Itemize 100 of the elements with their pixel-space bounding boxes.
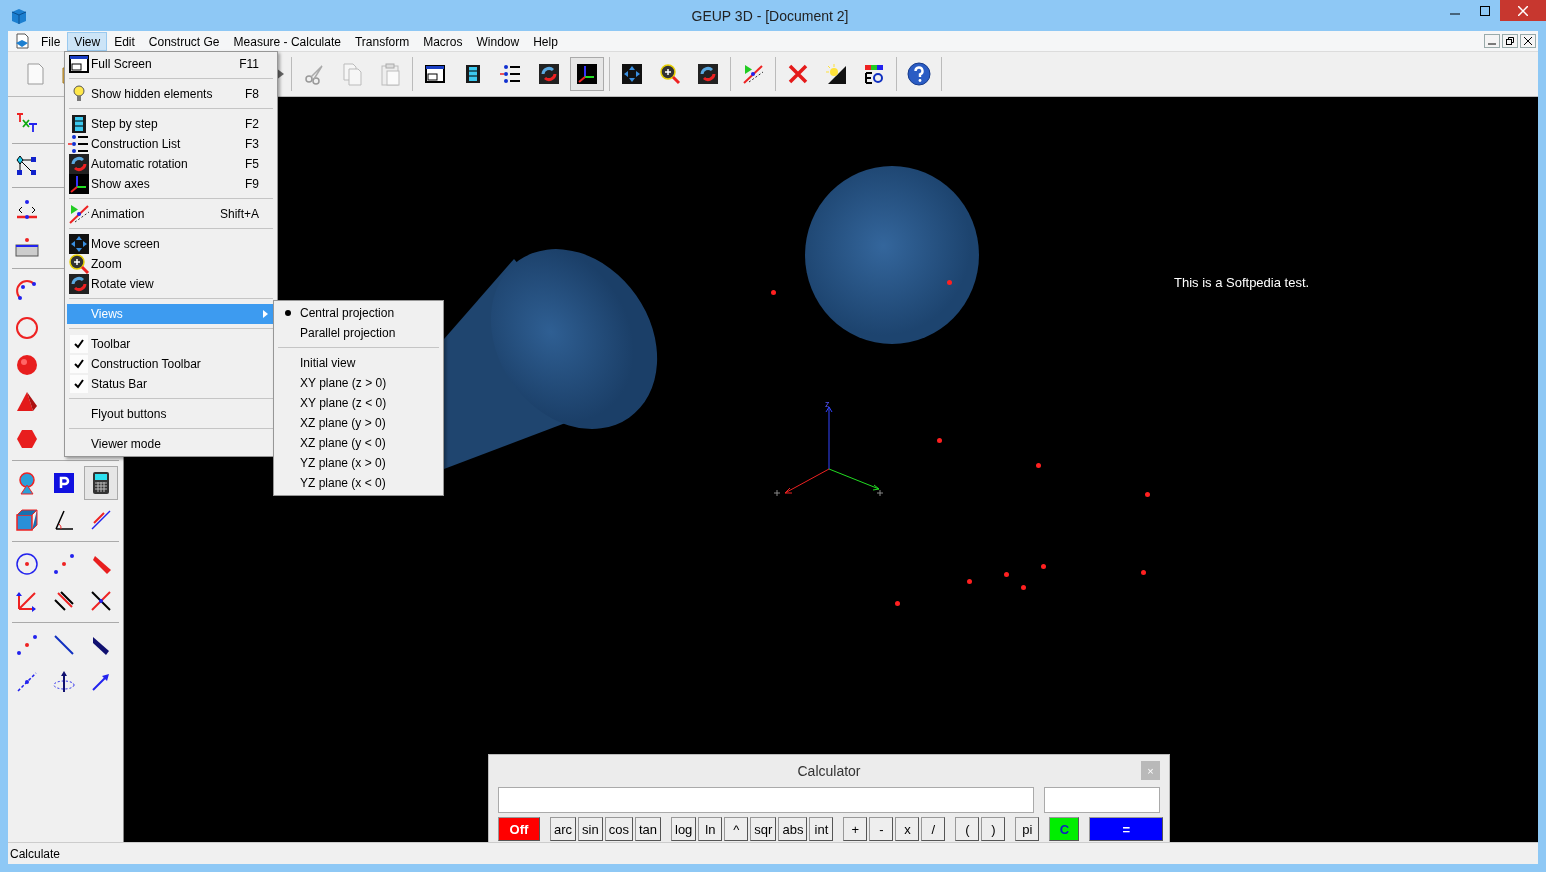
point-marker — [947, 280, 952, 285]
parameter-square-icon — [51, 470, 76, 495]
menu-item[interactable]: Central projection — [276, 303, 441, 323]
menu-item[interactable]: Help — [526, 31, 565, 51]
menu-item[interactable]: Parallel projection — [276, 323, 441, 343]
point-marker — [937, 438, 942, 443]
cube-measure-icon — [14, 507, 39, 532]
point-marker — [1036, 463, 1041, 468]
calculator-key[interactable]: x — [895, 817, 920, 841]
note-text: This is a Softpedia test. — [1174, 275, 1310, 290]
menu-item[interactable]: Edit — [107, 31, 142, 51]
point-marker — [895, 601, 900, 606]
light-shade-icon — [824, 62, 848, 86]
calculator-key[interactable]: abs — [778, 817, 808, 841]
crossing-lines-icon — [51, 588, 76, 613]
calculator-key[interactable]: ln — [698, 817, 723, 841]
move-arrows-icon — [620, 62, 644, 86]
menu-item[interactable]: Full Screen F11 — [67, 54, 275, 74]
menu-item[interactable]: Construct Ge — [141, 31, 227, 51]
help-icon — [907, 62, 931, 86]
axes-icon — [575, 62, 599, 86]
menu-item[interactable]: Measure - Calculate — [226, 31, 348, 51]
zoom-magnifier-icon — [67, 252, 91, 276]
calculator-key[interactable]: sqr — [750, 817, 777, 841]
status-text: Calculate — [10, 846, 61, 861]
calculator-key[interactable]: tan — [634, 817, 661, 841]
calculator-key[interactable]: pi — [1015, 817, 1040, 841]
scattered-points-icon — [51, 551, 76, 576]
calculator-key[interactable]: ) — [981, 817, 1006, 841]
point-marker — [1004, 572, 1009, 577]
rotation-arrows-icon — [696, 62, 720, 86]
rotation-arrows-icon — [67, 272, 91, 296]
delete-cross-icon — [786, 62, 810, 86]
scattered-points-icon — [14, 632, 39, 657]
point-marker — [1145, 492, 1150, 497]
menu-item[interactable]: Transform — [347, 31, 417, 51]
menu-item[interactable]: File — [34, 31, 68, 51]
line-icon — [51, 632, 76, 657]
result-field[interactable] — [1044, 787, 1160, 813]
numbered-list-icon — [67, 132, 91, 156]
calculator-key[interactable]: sin — [578, 817, 603, 841]
calculator-key[interactable]: - — [869, 817, 894, 841]
axis-label: z — [825, 399, 830, 409]
menu-item[interactable]: YZ plane (x > 0) — [276, 453, 441, 473]
point-marker — [1041, 564, 1046, 569]
point-marker — [967, 579, 972, 584]
menu-item[interactable]: Initial view — [276, 353, 441, 373]
calculator-key[interactable]: / — [921, 817, 946, 841]
calculator-key[interactable]: ( — [955, 817, 980, 841]
node-graph-icon — [14, 153, 39, 178]
window-title: GEUP 3D - [Document 2] — [690, 7, 850, 24]
restore-icon[interactable] — [1502, 34, 1518, 48]
color-blocks-icon — [862, 62, 886, 86]
circle-icon — [14, 315, 39, 340]
calculator-key[interactable]: C — [1049, 817, 1080, 841]
point-marker — [771, 290, 776, 295]
move-arrows-icon — [67, 232, 91, 256]
minimize-icon[interactable] — [1484, 34, 1500, 48]
calculator-key[interactable]: log — [671, 817, 697, 841]
calculator-key[interactable]: + — [843, 817, 868, 841]
panel-title: Calculator — [797, 763, 861, 779]
calculator-key[interactable]: ^ — [724, 817, 749, 841]
fullscreen-icon — [67, 52, 91, 76]
rotation-arrows-icon — [537, 62, 561, 86]
calculator-key[interactable]: cos — [604, 817, 633, 841]
tool-button[interactable] — [83, 465, 118, 500]
animation-line-icon — [741, 62, 765, 86]
menu-item[interactable]: XZ plane (y < 0) — [276, 433, 441, 453]
scissors-icon — [302, 62, 326, 86]
numbered-list-icon — [499, 62, 523, 86]
calculator-key[interactable]: int — [809, 817, 834, 841]
circle-center-icon — [14, 551, 39, 576]
menu-item[interactable]: Macros — [416, 31, 470, 51]
rotation-arrows-icon — [67, 152, 91, 176]
arc-icon — [14, 278, 39, 303]
menu-item[interactable]: YZ plane (x < 0) — [276, 473, 441, 493]
calculator-key[interactable]: arc — [550, 817, 577, 841]
menu-item[interactable]: XY plane (z > 0) — [276, 373, 441, 393]
point-marker — [1021, 585, 1026, 590]
toolbar-button[interactable] — [570, 57, 604, 91]
fullscreen-icon — [423, 62, 447, 86]
cube-app-icon — [10, 6, 28, 25]
clipboard-icon — [378, 62, 402, 86]
copy-pages-icon — [340, 62, 364, 86]
calculator-key[interactable]: Off — [498, 817, 540, 841]
axes-icon — [67, 172, 91, 196]
menu-item[interactable]: Window — [469, 31, 527, 51]
menu-item[interactable]: XZ plane (y > 0) — [276, 413, 441, 433]
menu-item[interactable]: XY plane (z < 0) — [276, 393, 441, 413]
intersecting-lines-icon — [88, 588, 113, 613]
zoom-magnifier-icon — [658, 62, 682, 86]
rotation-axis-icon — [51, 669, 76, 694]
menu-item[interactable]: View — [67, 31, 108, 51]
calculator-key[interactable]: = — [1089, 817, 1164, 841]
sphere-icon — [14, 352, 39, 377]
point-move-icon — [14, 197, 39, 222]
expression-field[interactable] — [498, 787, 1034, 813]
animation-line-icon — [67, 202, 91, 226]
point-marker — [1141, 570, 1146, 575]
close-icon[interactable] — [1520, 34, 1536, 48]
